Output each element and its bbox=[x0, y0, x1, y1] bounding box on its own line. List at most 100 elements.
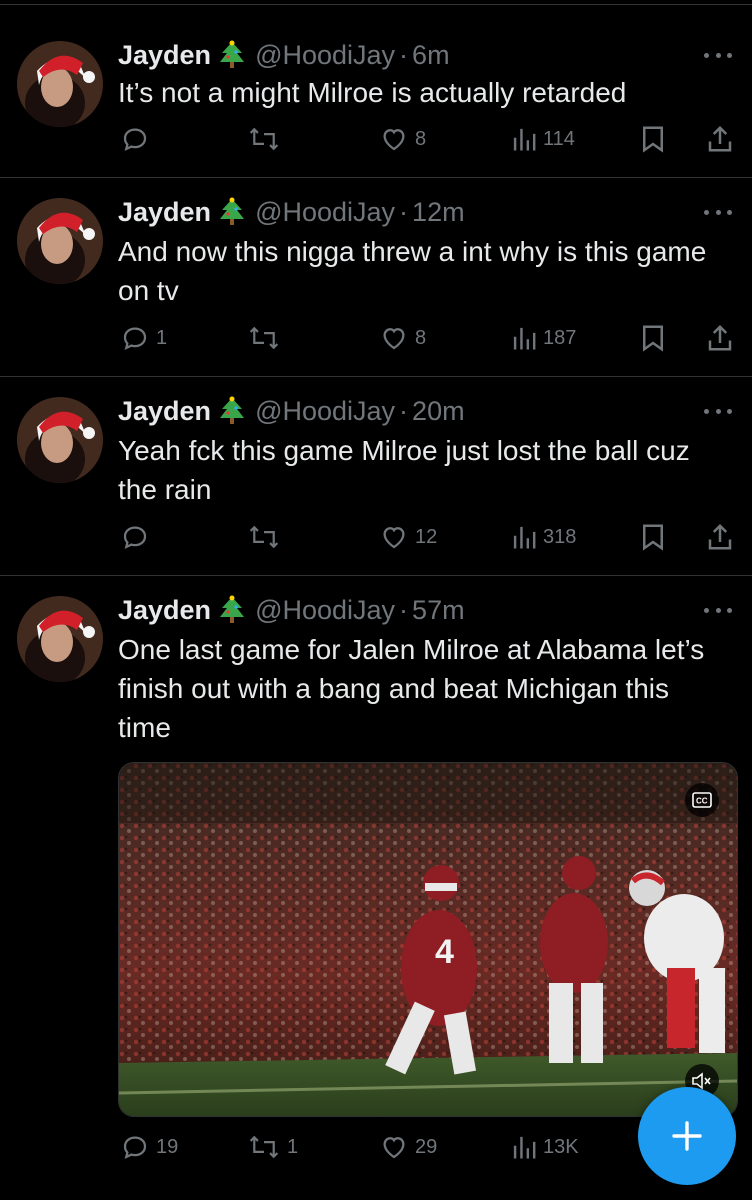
reply-icon bbox=[123, 526, 147, 550]
avatar[interactable] bbox=[17, 596, 103, 682]
like-count: 8 bbox=[415, 127, 427, 150]
retweet-count: 1 bbox=[287, 1135, 299, 1158]
retweet-icon bbox=[249, 525, 279, 549]
heart-icon bbox=[383, 328, 405, 350]
tweet-actions: 8 114 bbox=[0, 119, 752, 159]
tweet-header: Jayden @HoodiJay · 20m bbox=[118, 393, 465, 429]
handle[interactable]: @HoodiJay bbox=[255, 396, 395, 427]
like-button[interactable]: 8 bbox=[379, 318, 426, 358]
views-count: 114 bbox=[543, 127, 575, 150]
reply-icon bbox=[123, 327, 147, 351]
heart-icon bbox=[383, 1137, 405, 1159]
svg-text:CC: CC bbox=[696, 797, 708, 806]
retweet-icon bbox=[249, 127, 279, 151]
tweet-text: It’s not a might Milroe is actually reta… bbox=[118, 77, 627, 108]
views-icon bbox=[513, 128, 536, 151]
tweet-text: Yeah fck this game Milroe just lost the … bbox=[118, 435, 690, 505]
bookmark-icon bbox=[643, 325, 663, 352]
separator: · bbox=[399, 39, 409, 70]
more-options-icon[interactable] bbox=[704, 605, 732, 615]
reply-count: 19 bbox=[156, 1135, 179, 1158]
display-name[interactable]: Jayden bbox=[118, 40, 211, 71]
like-button[interactable]: 29 bbox=[379, 1127, 437, 1167]
bookmark-button[interactable] bbox=[640, 318, 666, 358]
handle[interactable]: @HoodiJay bbox=[255, 595, 395, 626]
views-count: 13K bbox=[543, 1135, 579, 1158]
share-button[interactable] bbox=[706, 318, 734, 358]
separator: · bbox=[399, 395, 409, 426]
reply-button[interactable]: 19 bbox=[120, 1127, 178, 1167]
bookmark-button[interactable] bbox=[640, 517, 666, 557]
views-button[interactable]: 114 bbox=[511, 119, 575, 159]
like-button[interactable]: 8 bbox=[379, 119, 426, 159]
bookmark-icon bbox=[643, 524, 663, 551]
tweet-actions: 12 318 bbox=[0, 517, 752, 557]
views-icon bbox=[513, 327, 536, 350]
closed-captions-icon[interactable]: CC bbox=[685, 783, 719, 817]
views-count: 187 bbox=[543, 326, 577, 349]
tweet-header: Jayden @HoodiJay · 6m bbox=[118, 37, 450, 73]
timestamp[interactable]: 20m bbox=[412, 396, 465, 427]
tweet-header: Jayden @HoodiJay · 57m bbox=[118, 592, 465, 628]
video-frame: 4 bbox=[119, 763, 737, 1116]
jersey-number: 4 bbox=[435, 933, 454, 971]
compose-button[interactable] bbox=[638, 1087, 736, 1185]
tweet[interactable]: Jayden @HoodiJay · 12m And now this nigg… bbox=[0, 178, 752, 377]
heart-icon bbox=[383, 129, 405, 151]
views-button[interactable]: 13K bbox=[511, 1127, 579, 1167]
views-icon bbox=[513, 526, 536, 549]
tweet-actions: 1 8 187 bbox=[0, 318, 752, 358]
reply-icon bbox=[123, 1136, 147, 1160]
share-icon bbox=[708, 324, 732, 351]
like-count: 12 bbox=[415, 525, 438, 548]
share-icon bbox=[708, 523, 732, 550]
share-button[interactable] bbox=[706, 517, 734, 557]
more-options-icon[interactable] bbox=[704, 406, 732, 416]
views-icon bbox=[513, 1136, 536, 1159]
bookmark-button[interactable] bbox=[640, 119, 666, 159]
like-count: 8 bbox=[415, 326, 427, 349]
handle[interactable]: @HoodiJay bbox=[255, 197, 395, 228]
retweet-button[interactable]: 1 bbox=[247, 1127, 298, 1167]
views-count: 318 bbox=[543, 525, 577, 548]
tweet-text: And now this nigga threw a int why is th… bbox=[118, 236, 707, 306]
tweet-header: Jayden @HoodiJay · 12m bbox=[118, 194, 465, 230]
tweet[interactable]: Jayden @HoodiJay · 6m It’s not a might M… bbox=[0, 5, 752, 178]
timestamp[interactable]: 57m bbox=[412, 595, 465, 626]
christmas-tree-icon bbox=[219, 40, 245, 70]
avatar[interactable] bbox=[17, 198, 103, 284]
retweet-button[interactable] bbox=[247, 119, 287, 159]
more-options-icon[interactable] bbox=[704, 207, 732, 217]
bookmark-icon bbox=[643, 126, 663, 153]
handle[interactable]: @HoodiJay bbox=[255, 40, 395, 71]
retweet-icon bbox=[249, 326, 279, 350]
timestamp[interactable]: 12m bbox=[412, 197, 465, 228]
video-player[interactable]: 4 CC bbox=[118, 762, 738, 1117]
separator: · bbox=[399, 594, 409, 625]
separator: · bbox=[399, 196, 409, 227]
retweet-icon bbox=[249, 1135, 279, 1159]
avatar[interactable] bbox=[17, 397, 103, 483]
display-name[interactable]: Jayden bbox=[118, 197, 211, 228]
display-name[interactable]: Jayden bbox=[118, 595, 211, 626]
christmas-tree-icon bbox=[219, 396, 245, 426]
reply-button[interactable]: 1 bbox=[120, 318, 167, 358]
views-button[interactable]: 318 bbox=[511, 517, 576, 557]
tweet-text: One last game for Jalen Milroe at Alabam… bbox=[118, 634, 705, 743]
christmas-tree-icon bbox=[219, 197, 245, 227]
display-name[interactable]: Jayden bbox=[118, 396, 211, 427]
plus-icon bbox=[672, 1121, 702, 1151]
retweet-button[interactable] bbox=[247, 318, 287, 358]
tweet[interactable]: Jayden @HoodiJay · 20m Yeah fck this gam… bbox=[0, 377, 752, 576]
retweet-button[interactable] bbox=[247, 517, 287, 557]
avatar[interactable] bbox=[17, 41, 103, 127]
christmas-tree-icon bbox=[219, 595, 245, 625]
timestamp[interactable]: 6m bbox=[412, 40, 450, 71]
more-options-icon[interactable] bbox=[704, 50, 732, 60]
like-button[interactable]: 12 bbox=[379, 517, 437, 557]
views-button[interactable]: 187 bbox=[511, 318, 576, 358]
reply-button[interactable] bbox=[120, 517, 156, 557]
like-count: 29 bbox=[415, 1135, 438, 1158]
share-button[interactable] bbox=[706, 119, 734, 159]
reply-button[interactable] bbox=[120, 119, 156, 159]
